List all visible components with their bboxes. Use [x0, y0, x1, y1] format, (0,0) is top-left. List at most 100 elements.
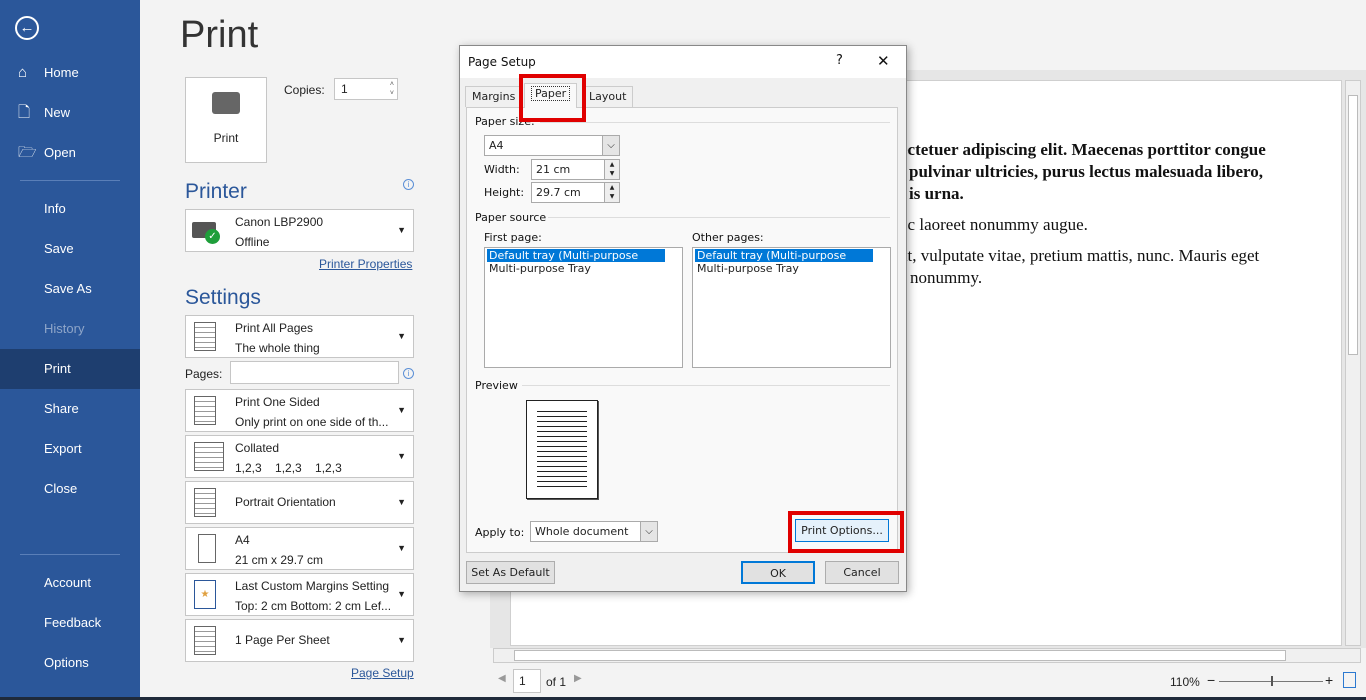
chevron-down-icon[interactable]: ⌵: [640, 522, 657, 541]
list-item[interactable]: Default tray (Multi-purpose Tray): [695, 249, 873, 275]
horizontal-scrollbar[interactable]: [493, 648, 1361, 663]
sidebar-item-account[interactable]: Account: [0, 563, 140, 603]
sidebar-item-save-as[interactable]: Save As: [0, 269, 140, 309]
next-page-icon[interactable]: ▶: [574, 673, 582, 684]
sidebar-item-options[interactable]: Options: [0, 643, 140, 683]
home-icon: ⌂: [18, 64, 28, 81]
collated-icon: [194, 442, 224, 471]
sidebar-item-info[interactable]: Info: [0, 189, 140, 229]
orientation-dropdown[interactable]: Portrait Orientation ▼: [185, 481, 414, 524]
divider: [522, 385, 890, 386]
spinner-icon[interactable]: ▲ ▼: [604, 160, 619, 179]
print-range-dropdown[interactable]: Print All Pages The whole thing ▼: [185, 315, 414, 358]
tab-margins[interactable]: Margins: [465, 86, 523, 107]
sides-dropdown[interactable]: Print One Sided Only print on one side of…: [185, 389, 414, 432]
setting-title: Print All Pages: [235, 321, 314, 335]
sidebar-item-close[interactable]: Close: [0, 469, 140, 509]
dropdown-arrow-icon: ▼: [397, 451, 406, 461]
sidebar-item-new[interactable]: 🗋 New: [0, 93, 140, 133]
setting-subtitle: 21 cm x 29.7 cm: [235, 553, 324, 567]
dropdown-arrow-icon: ▼: [397, 225, 406, 235]
paper-size-select[interactable]: A4 ⌵: [484, 135, 620, 156]
print-button[interactable]: Print: [185, 77, 267, 163]
height-input[interactable]: 29.7 cm ▲ ▼: [531, 182, 620, 203]
list-item[interactable]: Multi-purpose Tray: [695, 262, 888, 275]
set-as-default-button[interactable]: Set As Default: [466, 561, 555, 584]
label: Home: [44, 65, 79, 80]
page-number-input[interactable]: 1: [513, 669, 541, 693]
copies-label: Copies:: [284, 83, 325, 97]
spinner-icon[interactable]: ˄ ˅: [390, 80, 394, 98]
sidebar-item-home[interactable]: ⌂ Home: [0, 53, 140, 93]
spinner-icon[interactable]: ▲ ▼: [604, 183, 619, 202]
setting-title: Print One Sided: [235, 395, 320, 409]
page-count: of 1: [546, 675, 567, 689]
setting-subtitle: Top: 2 cm Bottom: 2 cm Lef...: [235, 599, 392, 613]
back-arrow-icon[interactable]: ←: [15, 16, 39, 40]
chevron-down-icon[interactable]: ⌵: [602, 136, 619, 155]
height-label: Height:: [484, 186, 525, 199]
pages-per-sheet-dropdown[interactable]: 1 Page Per Sheet ▼: [185, 619, 414, 662]
doc-text: at, vulputate vitae, pretium mattis, nun…: [900, 246, 1260, 265]
first-page-list[interactable]: Default tray (Multi-purpose Tray) Multi-…: [484, 247, 683, 368]
sidebar-item-print[interactable]: Print: [0, 349, 140, 389]
zoom-slider[interactable]: [1219, 676, 1323, 686]
setting-subtitle: Only print on one side of th...: [235, 415, 389, 429]
label: Open: [44, 145, 76, 160]
printer-dropdown[interactable]: ✓ Canon LBP2900 Offline ▼: [185, 209, 414, 252]
list-item[interactable]: Multi-purpose Tray: [487, 262, 680, 275]
portrait-icon: [194, 488, 216, 517]
printer-name: Canon LBP2900: [235, 215, 324, 229]
page-preview-thumbnail: [526, 400, 598, 499]
dialog-title: Page Setup: [468, 55, 536, 69]
list-item[interactable]: Default tray (Multi-purpose Tray): [487, 249, 665, 275]
first-page-label: First page:: [484, 231, 542, 244]
highlight-box: [519, 74, 586, 122]
sidebar-item-export[interactable]: Export: [0, 429, 140, 469]
close-button[interactable]: ✕: [877, 52, 890, 70]
pages-input[interactable]: [230, 361, 399, 384]
apply-to-select[interactable]: Whole document ⌵: [530, 521, 658, 542]
other-pages-list[interactable]: Default tray (Multi-purpose Tray) Multi-…: [692, 247, 891, 368]
sidebar-item-feedback[interactable]: Feedback: [0, 603, 140, 643]
info-icon[interactable]: i: [403, 179, 414, 190]
tab-layout[interactable]: Layout: [582, 86, 634, 107]
zoom-in-button[interactable]: +: [1325, 672, 1333, 688]
help-button[interactable]: ?: [836, 53, 843, 68]
scroll-thumb[interactable]: [514, 650, 1286, 661]
setting-subtitle: The whole thing: [235, 341, 320, 355]
dropdown-arrow-icon: ▼: [397, 497, 406, 507]
width-value: 21 cm: [536, 163, 571, 176]
apply-to-value: Whole document: [535, 525, 629, 538]
ok-button[interactable]: OK: [741, 561, 815, 584]
previous-page-icon[interactable]: ◀: [498, 673, 506, 684]
setting-title: Portrait Orientation: [235, 495, 336, 509]
sidebar-item-save[interactable]: Save: [0, 229, 140, 269]
dropdown-arrow-icon: ▼: [397, 405, 406, 415]
margins-dropdown[interactable]: ★ Last Custom Margins Setting Top: 2 cm Bo…: [185, 573, 414, 616]
other-pages-label: Other pages:: [692, 231, 764, 244]
page-setup-link[interactable]: Page Setup: [351, 666, 414, 680]
zoom-to-page-icon[interactable]: [1343, 672, 1356, 688]
info-icon[interactable]: i: [403, 368, 414, 379]
zoom-slider-thumb[interactable]: [1271, 676, 1273, 686]
pages-icon: [194, 322, 216, 351]
height-value: 29.7 cm: [536, 186, 581, 199]
zoom-out-button[interactable]: −: [1207, 672, 1215, 688]
divider: [20, 554, 120, 555]
vertical-scrollbar[interactable]: [1345, 80, 1361, 646]
printer-properties-link[interactable]: Printer Properties: [319, 257, 412, 271]
collation-dropdown[interactable]: Collated 1,2,3 1,2,3 1,2,3 ▼: [185, 435, 414, 478]
doc-text: is urna.: [909, 184, 964, 203]
sidebar-item-history: History: [44, 321, 85, 336]
scroll-thumb[interactable]: [1348, 95, 1358, 355]
paper-source-label: Paper source: [475, 211, 547, 224]
preview-lines: [537, 407, 587, 491]
cancel-button[interactable]: Cancel: [825, 561, 899, 584]
sidebar-item-open[interactable]: 🗁 Open: [0, 133, 140, 173]
paper-size-dropdown[interactable]: A4 21 cm x 29.7 cm ▼: [185, 527, 414, 570]
copies-input[interactable]: 1 ˄ ˅: [334, 78, 398, 100]
sidebar-item-share[interactable]: Share: [0, 389, 140, 429]
width-input[interactable]: 21 cm ▲ ▼: [531, 159, 620, 180]
print-button-label: Print: [213, 131, 239, 145]
